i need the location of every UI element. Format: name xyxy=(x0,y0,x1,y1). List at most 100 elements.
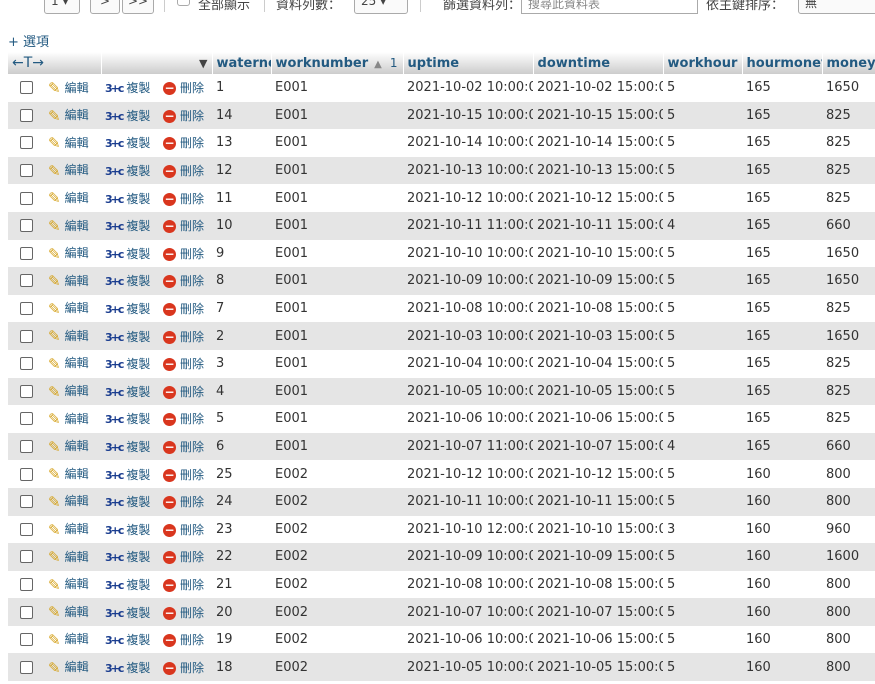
copy-link[interactable]: 複製 xyxy=(126,219,150,233)
delete-action[interactable]: − 刪除 xyxy=(159,102,212,130)
edit-action[interactable]: ✎ 編輯 xyxy=(44,653,101,681)
edit-action[interactable]: ✎ 編輯 xyxy=(44,626,101,654)
delete-link[interactable]: 刪除 xyxy=(180,247,204,261)
edit-link[interactable]: 編輯 xyxy=(65,136,89,150)
delete-link[interactable]: 刪除 xyxy=(180,81,204,95)
edit-action[interactable]: ✎ 編輯 xyxy=(44,129,101,157)
delete-link[interactable]: 刪除 xyxy=(180,302,204,316)
copy-link[interactable]: 複製 xyxy=(126,468,150,482)
delete-link[interactable]: 刪除 xyxy=(180,164,204,178)
edit-action[interactable]: ✎ 編輯 xyxy=(44,74,101,102)
copy-link[interactable]: 複製 xyxy=(126,550,150,564)
column-header-money[interactable]: money xyxy=(822,52,875,74)
copy-link[interactable]: 複製 xyxy=(126,109,150,123)
row-checkbox[interactable] xyxy=(19,164,33,178)
delete-link[interactable]: 刪除 xyxy=(180,136,204,150)
copy-action[interactable]: 3+c 複製 xyxy=(101,543,159,571)
delete-action[interactable]: − 刪除 xyxy=(159,295,212,323)
copy-action[interactable]: 3+c 複製 xyxy=(101,598,159,626)
page-select[interactable]: 1 ▾ xyxy=(44,0,80,14)
delete-link[interactable]: 刪除 xyxy=(180,606,204,620)
copy-action[interactable]: 3+c 複製 xyxy=(101,157,159,185)
edit-action[interactable]: ✎ 編輯 xyxy=(44,350,101,378)
delete-action[interactable]: − 刪除 xyxy=(159,240,212,268)
next-page-button[interactable]: > xyxy=(90,0,120,14)
delete-link[interactable]: 刪除 xyxy=(180,468,204,482)
edit-action[interactable]: ✎ 編輯 xyxy=(44,433,101,461)
edit-link[interactable]: 編輯 xyxy=(65,384,89,398)
copy-action[interactable]: 3+c 複製 xyxy=(101,571,159,599)
edit-link[interactable]: 編輯 xyxy=(65,246,89,260)
copy-link[interactable]: 複製 xyxy=(126,302,150,316)
edit-link[interactable]: 編輯 xyxy=(65,605,89,619)
copy-link[interactable]: 複製 xyxy=(126,385,150,399)
copy-action[interactable]: 3+c 複製 xyxy=(101,184,159,212)
filter-input[interactable]: 搜尋此資料表 xyxy=(521,0,698,14)
delete-action[interactable]: − 刪除 xyxy=(159,653,212,681)
delete-action[interactable]: − 刪除 xyxy=(159,267,212,295)
delete-action[interactable]: − 刪除 xyxy=(159,626,212,654)
delete-action[interactable]: − 刪除 xyxy=(159,322,212,350)
edit-action[interactable]: ✎ 編輯 xyxy=(44,571,101,599)
copy-action[interactable]: 3+c 複製 xyxy=(101,626,159,654)
delete-link[interactable]: 刪除 xyxy=(180,495,204,509)
edit-link[interactable]: 編輯 xyxy=(65,439,89,453)
edit-action[interactable]: ✎ 編輯 xyxy=(44,378,101,406)
delete-action[interactable]: − 刪除 xyxy=(159,516,212,544)
copy-action[interactable]: 3+c 複製 xyxy=(101,460,159,488)
row-checkbox[interactable] xyxy=(19,302,33,316)
options-link[interactable]: + 選項 xyxy=(8,31,49,50)
delete-action[interactable]: − 刪除 xyxy=(159,157,212,185)
row-checkbox[interactable] xyxy=(19,246,33,260)
copy-link[interactable]: 複製 xyxy=(126,440,150,454)
edit-link[interactable]: 編輯 xyxy=(65,301,89,315)
row-checkbox[interactable] xyxy=(19,274,33,288)
row-checkbox[interactable] xyxy=(19,412,33,426)
edit-link[interactable]: 編輯 xyxy=(65,219,89,233)
delete-action[interactable]: − 刪除 xyxy=(159,350,212,378)
delete-action[interactable]: − 刪除 xyxy=(159,488,212,516)
copy-link[interactable]: 複製 xyxy=(126,578,150,592)
copy-action[interactable]: 3+c 複製 xyxy=(101,267,159,295)
copy-link[interactable]: 複製 xyxy=(126,274,150,288)
delete-link[interactable]: 刪除 xyxy=(180,633,204,647)
delete-link[interactable]: 刪除 xyxy=(180,440,204,454)
row-checkbox[interactable] xyxy=(19,191,33,205)
delete-action[interactable]: − 刪除 xyxy=(159,129,212,157)
edit-link[interactable]: 編輯 xyxy=(65,163,89,177)
delete-link[interactable]: 刪除 xyxy=(180,661,204,675)
edit-action[interactable]: ✎ 編輯 xyxy=(44,460,101,488)
sort-key-select[interactable]: 無 xyxy=(798,0,875,14)
delete-link[interactable]: 刪除 xyxy=(180,109,204,123)
copy-link[interactable]: 複製 xyxy=(126,495,150,509)
delete-action[interactable]: − 刪除 xyxy=(159,405,212,433)
copy-link[interactable]: 複製 xyxy=(126,633,150,647)
row-checkbox[interactable] xyxy=(19,660,33,674)
edit-link[interactable]: 編輯 xyxy=(65,494,89,508)
edit-link[interactable]: 編輯 xyxy=(65,412,89,426)
copy-action[interactable]: 3+c 複製 xyxy=(101,322,159,350)
edit-action[interactable]: ✎ 編輯 xyxy=(44,516,101,544)
edit-link[interactable]: 編輯 xyxy=(65,329,89,343)
delete-link[interactable]: 刪除 xyxy=(180,274,204,288)
column-resize-arrows[interactable]: ←T→ xyxy=(8,52,102,74)
edit-link[interactable]: 編輯 xyxy=(65,191,89,205)
column-header-uptime[interactable]: uptime xyxy=(403,52,534,74)
edit-link[interactable]: 編輯 xyxy=(65,81,89,95)
delete-link[interactable]: 刪除 xyxy=(180,412,204,426)
copy-action[interactable]: 3+c 複製 xyxy=(101,378,159,406)
copy-action[interactable]: 3+c 複製 xyxy=(101,516,159,544)
delete-link[interactable]: 刪除 xyxy=(180,550,204,564)
column-header-workhour[interactable]: workhour xyxy=(663,52,743,74)
row-checkbox[interactable] xyxy=(19,605,33,619)
copy-link[interactable]: 複製 xyxy=(126,192,150,206)
row-checkbox[interactable] xyxy=(19,577,33,591)
edit-link[interactable]: 編輯 xyxy=(65,550,89,564)
edit-action[interactable]: ✎ 編輯 xyxy=(44,102,101,130)
edit-action[interactable]: ✎ 編輯 xyxy=(44,543,101,571)
copy-link[interactable]: 複製 xyxy=(126,164,150,178)
row-checkbox[interactable] xyxy=(19,108,33,122)
row-checkbox[interactable] xyxy=(19,384,33,398)
edit-link[interactable]: 編輯 xyxy=(65,356,89,370)
copy-action[interactable]: 3+c 複製 xyxy=(101,350,159,378)
